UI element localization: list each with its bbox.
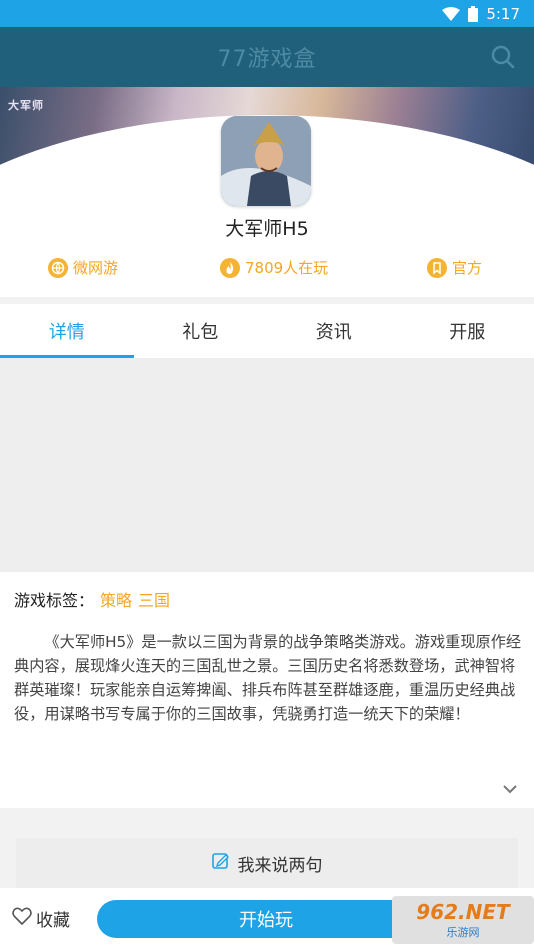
globe-icon [48,257,68,278]
meta-type-label: 微网游 [73,259,119,277]
game-icon-image [221,116,311,206]
bookmark-icon [427,257,447,278]
status-bar: 5:17 [0,0,534,27]
game-name: 大军师H5 [225,218,309,240]
fire-icon [220,257,240,278]
meta-type: 微网游 [48,257,118,278]
game-tags: 游戏标签： 策略 三国 [14,587,170,611]
status-time: 5:17 [486,4,520,23]
tab-servers[interactable]: 开服 [401,304,534,358]
meta-players: 7809人在玩 [220,257,328,278]
tab-news[interactable]: 资讯 [267,304,401,358]
search-icon[interactable] [490,44,516,70]
comment-label: 我来说两句 [237,855,323,876]
meta-official-label: 官方 [452,259,483,277]
bottom-bar: 收藏 开始玩 962.NET 乐游网 [0,888,534,949]
app-title: 77游戏盒 [217,47,317,72]
app-header: 77游戏盒 [0,27,534,87]
chevron-down-icon[interactable] [502,780,518,794]
meta-official: 官方 [427,257,482,278]
game-description: 《大军师H5》是一款以三国为背景的战争策略类游戏。游戏重现原作经典内容，展现烽火… [14,633,522,723]
edit-icon [211,852,230,875]
meta-players-label: 7809人在玩 [245,259,329,277]
screenshot-gallery[interactable] [0,358,534,572]
favorite-button[interactable]: 收藏 [12,906,70,931]
banner-logo: 大军师 [8,99,44,112]
battery-icon [468,5,479,22]
watermark-line2: 乐游网 [446,926,480,939]
tab-gifts[interactable]: 礼包 [134,304,268,358]
wifi-icon [442,6,461,21]
tag-item[interactable]: 三国 [138,587,170,611]
tag-item[interactable]: 策略 [100,587,132,611]
heart-icon [12,907,32,930]
watermark-logo: 962.NET 乐游网 [392,896,534,944]
tab-details[interactable]: 详情 [0,304,134,358]
start-play-button[interactable]: 开始玩 [97,900,435,938]
tags-label: 游戏标签： [14,591,95,610]
watermark-line1: 962.NET [416,900,510,924]
game-meta-row: 微网游 7809人在玩 官方 [0,249,534,289]
game-details: 游戏标签： 策略 三国 《大军师H5》是一款以三国为背景的战争策略类游戏。游戏重… [0,572,534,808]
favorite-label: 收藏 [36,911,70,931]
detail-tabs: 详情 礼包 资讯 开服 [0,304,534,358]
comment-button[interactable]: 我来说两句 [16,838,518,888]
